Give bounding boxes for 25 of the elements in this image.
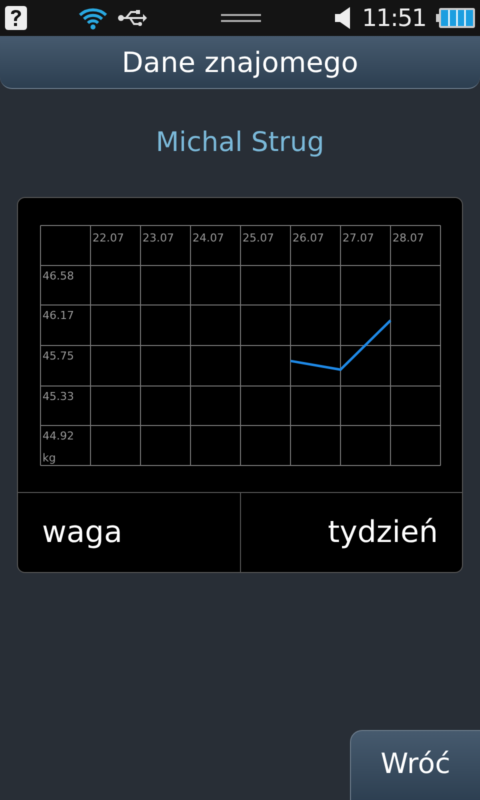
speaker-icon — [334, 6, 352, 30]
x-tick-label: 22.07 — [92, 231, 124, 244]
y-tick-label: 45.75 — [42, 349, 74, 362]
measure-selector[interactable]: waga — [18, 493, 240, 572]
y-tick-label: 46.58 — [42, 269, 74, 282]
x-tick-label: 24.07 — [192, 231, 224, 244]
y-tick-label: 44.92 — [42, 429, 74, 442]
x-tick-label: 28.07 — [392, 231, 424, 244]
x-tick-label: 23.07 — [142, 231, 174, 244]
battery-icon — [436, 7, 476, 29]
period-selector[interactable]: tydzień — [240, 493, 462, 572]
y-tick-label: 45.33 — [42, 389, 74, 402]
usb-icon — [118, 8, 148, 28]
contact-name: Michal Strug — [154, 127, 326, 160]
x-tick-label: 25.07 — [242, 231, 274, 244]
screen-title: Dane znajomego — [122, 46, 358, 78]
help-icon — [4, 5, 28, 31]
unit-label: kg — [42, 451, 56, 464]
wifi-icon — [78, 6, 108, 30]
x-tick-label: 26.07 — [292, 231, 324, 244]
x-tick-label: 27.07 — [342, 231, 374, 244]
drag-handle-icon[interactable] — [220, 12, 261, 24]
clock-time: 11:51 — [362, 4, 426, 32]
y-tick-label: 46.17 — [42, 308, 74, 322]
back-button[interactable]: Wróć — [350, 730, 480, 800]
